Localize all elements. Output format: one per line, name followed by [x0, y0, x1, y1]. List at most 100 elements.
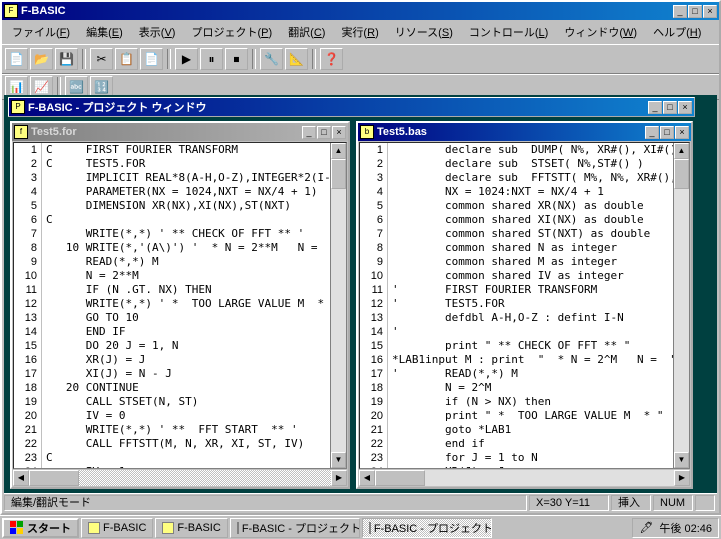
minimize-button[interactable]: _ — [648, 101, 662, 114]
menu-r[interactable]: 実行(R) — [335, 22, 384, 42]
taskbar-button[interactable]: F-BASIC - プロジェクト ウィ... — [230, 518, 360, 538]
menu-s[interactable]: リソース(S) — [389, 22, 459, 42]
maximize-button[interactable]: □ — [688, 5, 702, 18]
code-line[interactable]: XR(J) = J — [42, 353, 330, 367]
toolbar-button[interactable]: 💾 — [55, 48, 78, 70]
code-line[interactable]: common shared N as integer — [388, 241, 673, 255]
code-line[interactable]: IMPLICIT REAL*8(A-H,O-Z),INTEGER*2(I-N) — [42, 171, 330, 185]
code-line[interactable]: READ(*,*) M — [42, 255, 330, 269]
menu-h[interactable]: ヘルプ(H) — [647, 22, 707, 42]
close-button[interactable]: × — [678, 101, 692, 114]
code-line[interactable]: end if — [388, 437, 673, 451]
code-line[interactable]: common shared ST(NXT) as double — [388, 227, 673, 241]
code-line[interactable]: print " * TOO LARGE VALUE M * " — [388, 409, 673, 423]
scroll-track[interactable] — [331, 159, 346, 452]
vscrollbar[interactable]: ▲ ▼ — [330, 143, 346, 468]
code-line[interactable]: C — [42, 451, 330, 465]
code-line[interactable]: ' — [388, 325, 673, 339]
code-line[interactable]: IV = 1 — [42, 465, 330, 468]
code-line[interactable]: WRITE(*,*) ' ** FFT START ** ' — [42, 423, 330, 437]
scroll-left-button[interactable]: ◀ — [13, 470, 29, 486]
menu-v[interactable]: 表示(V) — [133, 22, 182, 42]
scroll-thumb[interactable] — [331, 159, 346, 189]
editor-left-titlebar[interactable]: f Test5.for _ □ × — [12, 123, 348, 141]
system-tray[interactable]: 🖊 午後 02:46 — [632, 518, 719, 538]
maximize-button[interactable]: □ — [317, 126, 331, 139]
toolbar-button[interactable]: 📄 — [5, 48, 28, 70]
tray-pen-icon[interactable]: 🖊 — [639, 521, 653, 534]
code-line[interactable]: CALL STSET(N, ST) — [42, 395, 330, 409]
taskbar-button[interactable]: F-BASIC - プロジェクト... — [362, 518, 492, 538]
code-line[interactable]: N = 2^M — [388, 381, 673, 395]
code-line[interactable]: 20 CONTINUE — [42, 381, 330, 395]
scroll-down-button[interactable]: ▼ — [331, 452, 346, 468]
code-line[interactable]: print " ** CHECK OF FFT ** " — [388, 339, 673, 353]
toolbar-button[interactable]: 🔧 — [260, 48, 283, 70]
code-line[interactable]: *LAB1input M : print " * N = 2^M N = ";M — [388, 353, 673, 367]
toolbar-button[interactable]: ▶ — [175, 48, 198, 70]
toolbar-button[interactable]: ✂ — [90, 48, 113, 70]
hscrollbar[interactable]: ◀ ▶ — [359, 470, 690, 486]
maximize-button[interactable]: □ — [660, 126, 674, 139]
code-line[interactable]: ' TEST5.FOR — [388, 297, 673, 311]
scroll-right-button[interactable]: ▶ — [674, 470, 690, 486]
code-line[interactable]: declare sub STSET( N%,ST#() ) — [388, 157, 673, 171]
code-line[interactable]: goto *LAB1 — [388, 423, 673, 437]
code-line[interactable]: IV = 0 — [42, 409, 330, 423]
code-line[interactable]: common shared IV as integer — [388, 269, 673, 283]
code-line[interactable]: defdbl A-H,O-Z : defint I-N — [388, 311, 673, 325]
code-line[interactable]: DIMENSION XR(NX),XI(NX),ST(NXT) — [42, 199, 330, 213]
code-line[interactable]: ' FIRST FOURIER TRANSFORM — [388, 283, 673, 297]
code-line[interactable]: XI(J) = N - J — [42, 367, 330, 381]
menu-f[interactable]: ファイル(F) — [6, 22, 76, 42]
scroll-up-button[interactable]: ▲ — [674, 143, 689, 159]
code-line[interactable]: if (N > NX) then — [388, 395, 673, 409]
editor-left-body[interactable]: 1234567891011121314151617181920212223242… — [13, 142, 347, 469]
code-line[interactable]: WRITE(*,*) ' ** CHECK OF FFT ** ' — [42, 227, 330, 241]
code-line[interactable]: for J = 1 to N — [388, 451, 673, 465]
editor-right-body[interactable]: 1234567891011121314151617181920212223242… — [359, 142, 690, 469]
scroll-thumb[interactable] — [29, 470, 79, 486]
project-titlebar[interactable]: P F-BASIC - プロジェクト ウィンドウ _ □ × — [9, 98, 694, 116]
code-line[interactable]: END IF — [42, 325, 330, 339]
close-button[interactable]: × — [703, 5, 717, 18]
code-line[interactable]: XR(J) = J — [388, 465, 673, 468]
code-area[interactable]: C FIRST FOURIER TRANSFORMC TEST5.FOR IMP… — [42, 143, 330, 468]
taskbar-button[interactable]: F-BASIC — [81, 518, 153, 538]
hscrollbar[interactable]: ◀ ▶ — [13, 470, 347, 486]
menu-c[interactable]: 翻訳(C) — [282, 22, 331, 42]
scroll-track[interactable] — [674, 159, 689, 452]
menu-w[interactable]: ウィンドウ(W) — [558, 22, 643, 42]
scroll-track[interactable] — [375, 470, 674, 486]
editor-right-titlebar[interactable]: b Test5.bas _ □ × — [358, 123, 691, 141]
menu-p[interactable]: プロジェクト(P) — [185, 22, 278, 42]
maximize-button[interactable]: □ — [663, 101, 677, 114]
code-line[interactable]: common shared XI(NX) as double — [388, 213, 673, 227]
code-line[interactable]: PARAMETER(NX = 1024,NXT = NX/4 + 1) — [42, 185, 330, 199]
code-line[interactable]: NX = 1024:NXT = NX/4 + 1 — [388, 185, 673, 199]
scroll-left-button[interactable]: ◀ — [359, 470, 375, 486]
minimize-button[interactable]: _ — [645, 126, 659, 139]
code-line[interactable]: common shared XR(NX) as double — [388, 199, 673, 213]
main-titlebar[interactable]: F F-BASIC _ □ × — [2, 2, 719, 20]
scroll-thumb[interactable] — [674, 159, 689, 189]
taskbar-button[interactable]: F-BASIC — [155, 518, 227, 538]
code-line[interactable]: declare sub FFTSTT( M%, N%, XR#(), XI#()… — [388, 171, 673, 185]
code-line[interactable]: C — [42, 213, 330, 227]
code-line[interactable]: CALL FFTSTT(M, N, XR, XI, ST, IV) — [42, 437, 330, 451]
code-line[interactable]: GO TO 10 — [42, 311, 330, 325]
vscrollbar[interactable]: ▲ ▼ — [673, 143, 689, 468]
code-line[interactable]: ' READ(*,*) M — [388, 367, 673, 381]
minimize-button[interactable]: _ — [302, 126, 316, 139]
code-line[interactable]: N = 2**M — [42, 269, 330, 283]
toolbar-button[interactable]: ❓ — [320, 48, 343, 70]
code-line[interactable]: WRITE(*,*) ' * TOO LARGE VALUE M * ' — [42, 297, 330, 311]
scroll-down-button[interactable]: ▼ — [674, 452, 689, 468]
menu-l[interactable]: コントロール(L) — [463, 22, 554, 42]
toolbar-button[interactable]: 📄 — [140, 48, 163, 70]
code-line[interactable]: common shared M as integer — [388, 255, 673, 269]
toolbar-button[interactable]: 📂 — [30, 48, 53, 70]
code-line[interactable]: DO 20 J = 1, N — [42, 339, 330, 353]
scroll-right-button[interactable]: ▶ — [331, 470, 347, 486]
scroll-thumb[interactable] — [375, 470, 425, 486]
